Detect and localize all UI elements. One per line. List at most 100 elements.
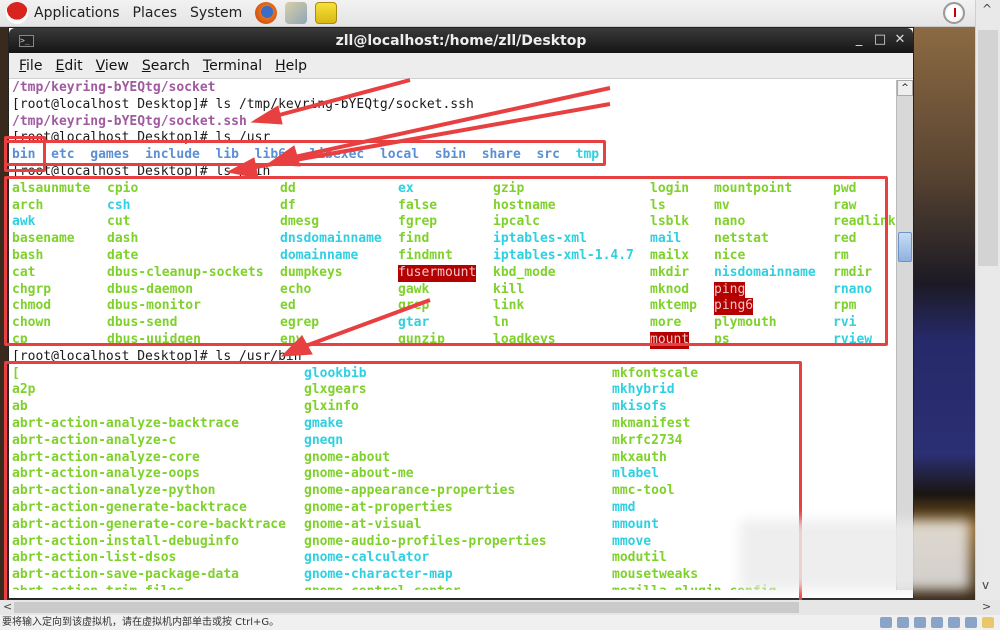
firefox-icon[interactable]: [255, 2, 278, 24]
file-entry: date: [107, 247, 139, 263]
menu-edit[interactable]: Edit: [55, 58, 82, 74]
menu-file[interactable]: File: [19, 58, 42, 74]
file-entry: glxinfo: [304, 399, 359, 415]
file-entry: glxgears: [304, 382, 367, 398]
file-entry: mmd: [612, 499, 636, 515]
menu-search[interactable]: Search: [142, 58, 190, 74]
file-entry: abrt-action-analyze-python: [12, 483, 216, 499]
terminal-scrollbar[interactable]: ^: [896, 80, 913, 590]
notes-icon[interactable]: [315, 2, 338, 24]
file-entry: nisdomainname: [714, 264, 816, 280]
menu-edit-accel: E: [55, 57, 65, 74]
file-entry: ipcalc: [493, 214, 540, 230]
file-entry: cat: [12, 264, 36, 280]
terminal-output[interactable]: /tmp/keyring-bYEQtg/socket [root@localhos…: [9, 80, 897, 590]
menu-view[interactable]: View: [96, 58, 129, 74]
system-monitor-icon[interactable]: [943, 2, 965, 24]
usrbin-listing-row: ab glxinfo mkisofs: [12, 399, 897, 416]
file-entry: mkmanifest: [612, 415, 691, 431]
file-entry: mkfontscale: [612, 365, 699, 381]
file-entry: gnome-appearance-properties: [304, 483, 516, 499]
menu-applications[interactable]: Applications: [34, 5, 120, 21]
bin-listing-row: cat dbus-cleanup-sockets dumpkeys fusermoun…: [12, 264, 897, 282]
menu-help[interactable]: Help: [275, 58, 307, 74]
usr-entry: sbin: [434, 147, 467, 163]
terminal-line: [root@localhost Desktop]# ls /tmp/keyrin…: [12, 96, 474, 112]
menu-search-accel: S: [141, 57, 151, 74]
file-entry: ps: [714, 331, 730, 347]
file-entry: login: [650, 180, 690, 196]
file-entry: gtar: [398, 315, 430, 331]
usrbin-listing-row: a2p glxgears mkhybrid: [12, 382, 897, 399]
vm-scroll-thumb[interactable]: [978, 30, 998, 266]
file-entry: dumpkeys: [280, 264, 343, 280]
file-entry: modutil: [612, 550, 667, 566]
file-entry: lsblk: [650, 214, 690, 230]
menu-terminal[interactable]: Terminal: [203, 58, 262, 74]
file-entry: loadkeys: [493, 331, 556, 347]
file-entry: gnome-about: [304, 449, 391, 465]
vm-horizontal-scrollbar[interactable]: < >: [0, 600, 1000, 615]
file-entry: mv: [714, 197, 730, 213]
file-entry: gawk: [398, 281, 430, 297]
maximize-button[interactable]: □: [872, 32, 888, 47]
close-button[interactable]: ✕: [892, 32, 908, 47]
file-entry: mount: [650, 331, 690, 349]
mail-icon[interactable]: [285, 2, 308, 24]
usr-entry: local: [379, 147, 420, 163]
file-entry: mkdir: [650, 264, 690, 280]
message-icon[interactable]: [982, 617, 994, 628]
menu-places[interactable]: Places: [133, 5, 178, 21]
menu-search-label: earch: [150, 57, 190, 74]
minimize-button[interactable]: _: [851, 32, 867, 47]
file-entry: bash: [12, 247, 44, 263]
file-entry: mknod: [650, 281, 690, 297]
usrbin-listing-row: abrt-action-analyze-backtrace gmake mkmani…: [12, 416, 897, 433]
file-entry: cpio: [107, 180, 139, 196]
file-entry: gmake: [304, 415, 344, 431]
menu-edit-label: dit: [64, 57, 83, 74]
file-entry: cut: [107, 214, 131, 230]
file-entry: dash: [107, 231, 139, 247]
file-entry: hostname: [493, 197, 556, 213]
file-entry: abrt-action-analyze-core: [12, 449, 200, 465]
scroll-down-icon[interactable]: v: [982, 578, 989, 592]
file-entry: netstat: [714, 231, 769, 247]
file-entry: abrt-action-save-package-data: [12, 567, 239, 583]
file-entry: gnome-about-me: [304, 466, 414, 482]
bin-listing-row: basename dash dnsdomainname find iptables-xm…: [12, 231, 897, 248]
file-entry: basename: [12, 231, 75, 247]
file-entry: ex: [398, 180, 414, 196]
menu-system[interactable]: System: [190, 5, 242, 21]
printer-icon[interactable]: [931, 617, 943, 628]
hdd-icon[interactable]: [880, 617, 892, 628]
file-entry: mlabel: [612, 466, 659, 482]
vm-hscroll-thumb[interactable]: [14, 602, 799, 613]
terminal-scroll-thumb[interactable]: [898, 232, 912, 262]
vm-vertical-scrollbar[interactable]: ^ v: [975, 0, 1000, 600]
file-entry: awk: [12, 214, 36, 230]
terminal-window: >_ zll@localhost:/home/zll/Desktop _ □ ✕…: [8, 27, 914, 599]
scroll-left-icon[interactable]: <: [3, 600, 12, 613]
display-icon[interactable]: [965, 617, 977, 628]
file-entry: readlink: [833, 214, 896, 230]
file-entry: [: [12, 365, 20, 381]
window-titlebar[interactable]: >_ zll@localhost:/home/zll/Desktop _ □ ✕: [9, 28, 913, 53]
network-icon[interactable]: [914, 617, 926, 628]
terminal-line: [root@localhost Desktop]# ls /usr: [12, 130, 271, 146]
file-entry: mmc-tool: [612, 483, 675, 499]
file-entry: dbus-uuidgen: [107, 331, 201, 347]
sound-icon[interactable]: [948, 617, 960, 628]
file-entry: abrt-action-trim-files: [12, 584, 184, 590]
usr-entry: lib: [215, 147, 240, 163]
scroll-right-icon[interactable]: >: [982, 600, 991, 613]
cdrom-icon[interactable]: [897, 617, 909, 628]
redhat-logo-icon[interactable]: [6, 2, 28, 24]
prompt-line: [root@localhost Desktop]# ls /usr/bin: [12, 348, 302, 364]
usr-entry: etc: [51, 147, 75, 163]
vm-status-bar: 要将输入定向到该虚拟机，请在虚拟机内部单击或按 Ctrl+G。: [0, 615, 1000, 630]
scroll-up-icon[interactable]: ^: [897, 80, 913, 96]
usrbin-listing-row: abrt-action-analyze-c gneqn mkrfc2734: [12, 433, 897, 450]
file-entry: domainname: [280, 247, 359, 263]
scroll-up-icon[interactable]: ^: [982, 2, 992, 16]
